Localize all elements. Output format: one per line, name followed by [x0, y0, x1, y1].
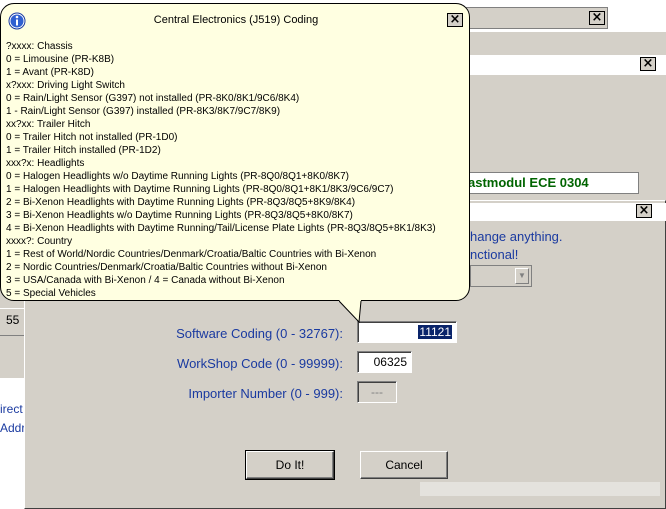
tooltip-line: xxx?x: Headlights	[6, 158, 85, 169]
tooltip-line: 0 = Halogen Headlights w/o Daytime Runni…	[6, 171, 349, 182]
tooltip-lines: ?xxxx: Chassis 0 = Limousine (PR-K8B) 1 = …	[6, 40, 436, 300]
tooltip-line: 1 - Rain/Light Sensor (G397) installed (…	[6, 106, 281, 117]
workshop-code-input[interactable]: 06325	[357, 351, 412, 373]
left-panel-white	[0, 378, 24, 509]
tooltip-line: 1 = Halogen Headlights with Daytime Runn…	[6, 184, 394, 195]
cancel-button[interactable]: Cancel	[360, 451, 448, 479]
module-name-field: astmodul ECE 0304	[457, 172, 639, 194]
tooltip-line: 3 = USA/Canada with Bi-Xenon / 4 = Canad…	[6, 275, 285, 286]
tooltip-title: Central Electronics (J519) Coding	[153, 14, 319, 26]
tooltip-line: xxxx?: Country	[6, 236, 73, 247]
warning-text-2: nctional!	[470, 247, 519, 262]
software-coding-label: Software Coding (0 - 32767):	[176, 326, 343, 341]
tooltip-line: 0 = Trailer Hitch not installed (PR-1D0)	[6, 132, 178, 143]
workshop-code-label: WorkShop Code (0 - 99999):	[177, 356, 343, 371]
warning-text-1: hange anything.	[470, 229, 563, 244]
software-coding-input[interactable]: 11121	[357, 321, 457, 343]
tooltip-line: 1 = Trailer Hitch installed (PR-1D2)	[6, 145, 161, 156]
close-icon[interactable]: ×	[640, 57, 656, 71]
chevron-down-icon[interactable]: ▼	[515, 268, 529, 284]
close-icon[interactable]: ×	[636, 204, 652, 218]
tooltip-line: x?xxx: Driving Light Switch	[6, 80, 125, 91]
importer-number-label: Importer Number (0 - 999):	[188, 386, 343, 401]
option-dropdown[interactable]: ▼	[470, 265, 532, 287]
do-it-button[interactable]: Do It!	[245, 450, 335, 480]
dialog-title-bar	[452, 203, 666, 221]
tooltip-line: 3 = Bi-Xenon Headlights w/o Daytime Runn…	[6, 210, 353, 221]
coding-help-tooltip: Central Electronics (J519) Coding × ?xxx…	[0, 3, 470, 301]
tooltip-line: 2 = Nordic Countries/Denmark/Croatia/Bal…	[6, 262, 327, 273]
left-panel-link-1[interactable]: irect	[0, 402, 23, 416]
tooltip-line: 1 = Rest of World/Nordic Countries/Denma…	[6, 249, 377, 260]
tooltip-line: ?xxxx: Chassis	[6, 41, 73, 52]
left-panel-number: 55	[6, 313, 20, 327]
tooltip-tail	[339, 300, 362, 324]
tooltip-line: xx?xx: Trailer Hitch	[6, 119, 91, 130]
software-coding-value: 11121	[418, 325, 452, 339]
tooltip-line: 5 = Special Vehicles	[6, 288, 96, 299]
tooltip-line: 4 = Bi-Xenon Headlights with Daytime Run…	[6, 223, 436, 234]
tooltip-line: 2 = Bi-Xenon Headlights with Daytime Run…	[6, 197, 356, 208]
left-panel-link-2[interactable]: Addr	[0, 421, 25, 435]
close-icon[interactable]: ×	[589, 11, 605, 25]
tooltip-line: 0 = Rain/Light Sensor (G397) not install…	[6, 93, 300, 104]
close-icon[interactable]: ×	[447, 13, 463, 27]
faint-bar	[420, 482, 660, 496]
tooltip-line: 1 = Avant (PR-K8D)	[6, 67, 94, 78]
tooltip-line: 0 = Limousine (PR-K8B)	[6, 54, 115, 65]
importer-number-input: ---	[357, 381, 397, 403]
